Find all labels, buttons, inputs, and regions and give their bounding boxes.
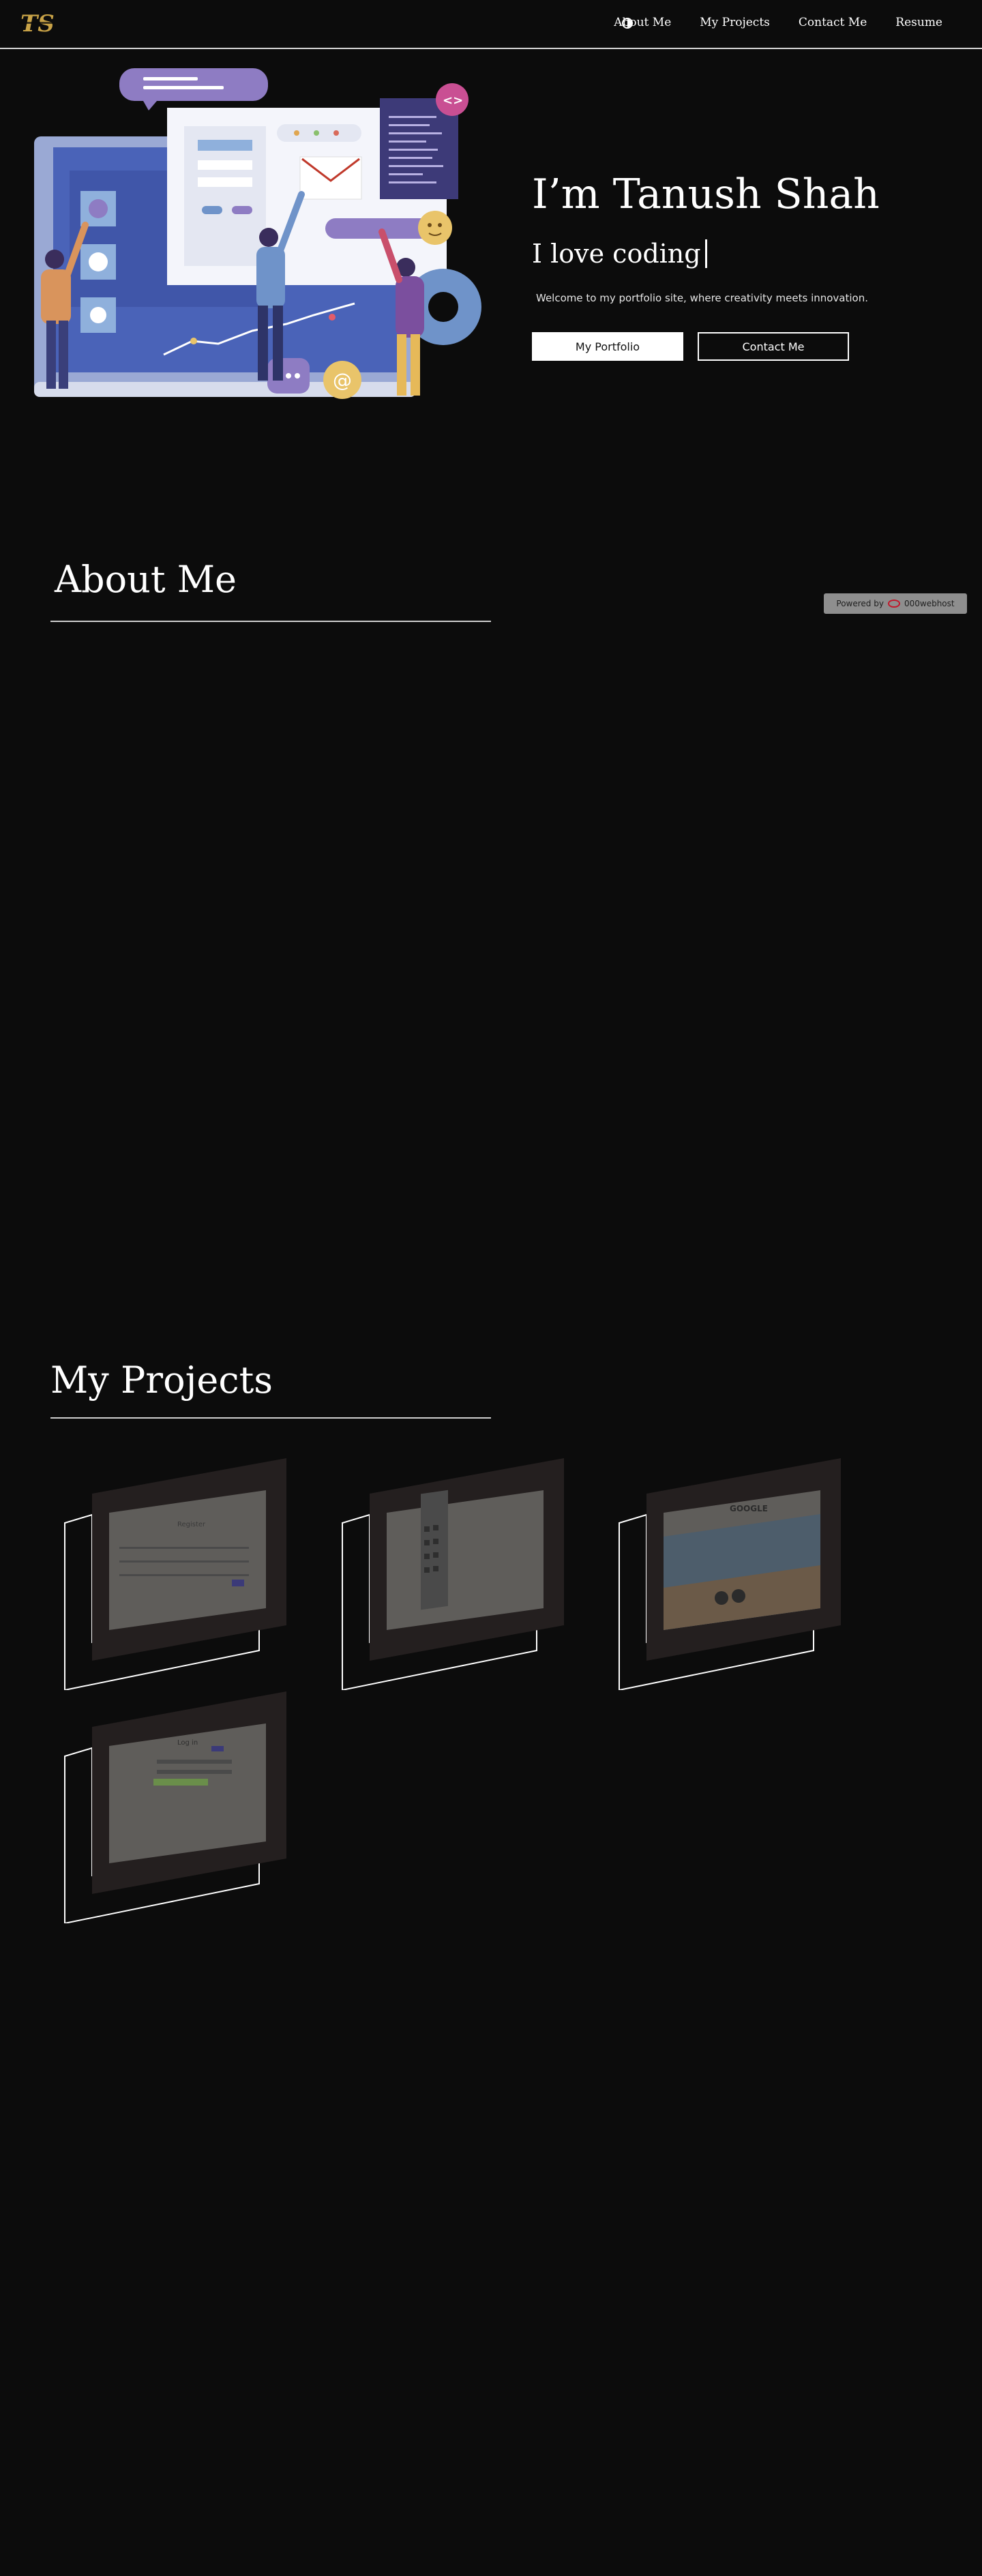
my-portfolio-button[interactable]: My Portfolio bbox=[532, 332, 683, 361]
nav-links: About Me My Projects Contact Me Resume bbox=[614, 16, 942, 29]
webhost-logo-icon bbox=[887, 599, 900, 608]
projects-divider bbox=[50, 1417, 491, 1419]
nav-link-contact[interactable]: Contact Me bbox=[799, 16, 867, 29]
project-thumb-text: Log in bbox=[177, 1739, 198, 1747]
hero-tagline-text: I love coding bbox=[532, 239, 701, 269]
hero-illustration: <> @ bbox=[27, 61, 491, 409]
powered-by-text: Powered by bbox=[836, 599, 884, 608]
navbar: TS About Me My Projects Contact Me Resum… bbox=[0, 0, 982, 49]
hero-name: I’m Tanush Shah bbox=[532, 171, 880, 218]
nav-link-about[interactable]: About Me bbox=[614, 16, 671, 29]
contact-me-button[interactable]: Contact Me bbox=[698, 332, 849, 361]
about-divider bbox=[50, 621, 491, 622]
project-card[interactable]: Register bbox=[58, 1458, 303, 1690]
project-thumb-text: GOOGLE bbox=[730, 1504, 768, 1513]
logo[interactable]: TS bbox=[18, 10, 59, 38]
projects-title: My Projects bbox=[50, 1359, 273, 1402]
about-title: About Me bbox=[55, 558, 237, 601]
svg-text:@: @ bbox=[333, 369, 352, 391]
powered-by-brand: 000webhost bbox=[904, 599, 955, 608]
nav-link-projects[interactable]: My Projects bbox=[700, 16, 770, 29]
svg-text:<>: <> bbox=[443, 93, 463, 108]
project-thumb-text: Register bbox=[177, 1521, 206, 1528]
typing-cursor bbox=[704, 239, 707, 268]
powered-by-badge[interactable]: Powered by 000webhost bbox=[824, 593, 967, 614]
hero-tagline: I love coding bbox=[532, 239, 707, 269]
nav-link-resume[interactable]: Resume bbox=[895, 16, 942, 29]
project-card[interactable]: Log in bbox=[58, 1691, 303, 1923]
project-card[interactable] bbox=[336, 1458, 581, 1690]
hero-welcome: Welcome to my portfolio site, where crea… bbox=[536, 292, 869, 304]
project-card[interactable]: GOOGLE bbox=[612, 1458, 858, 1690]
